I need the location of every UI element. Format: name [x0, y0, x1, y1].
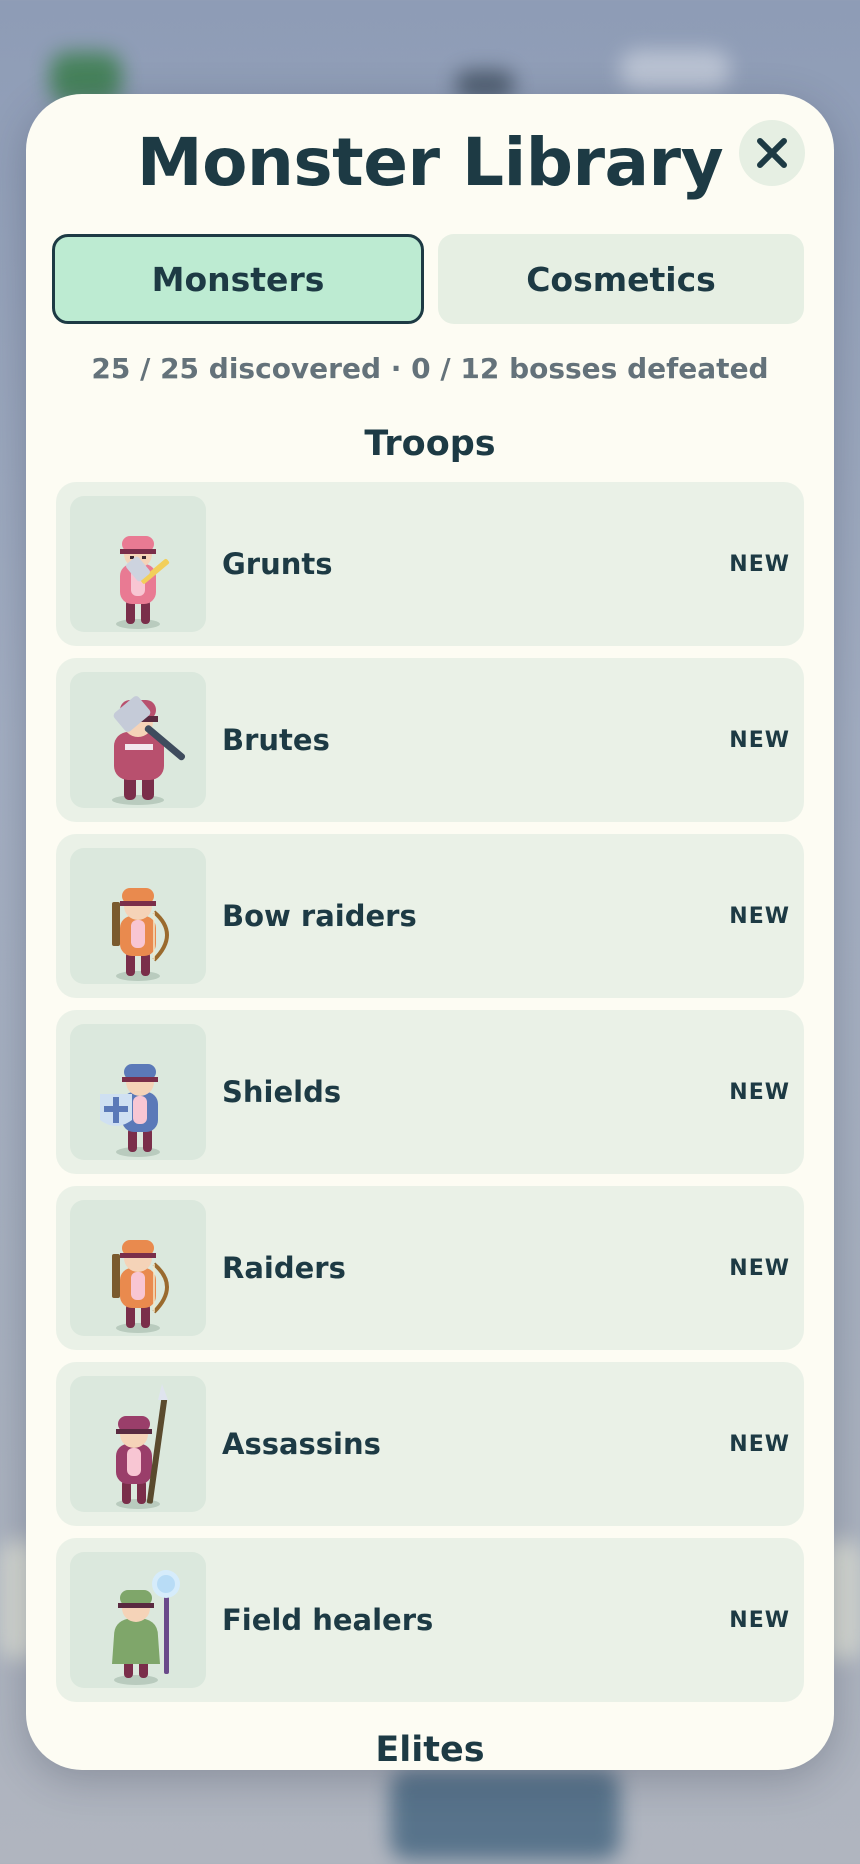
new-badge: NEW: [729, 1607, 790, 1633]
grunt-sword-icon: [116, 536, 170, 629]
new-badge: NEW: [729, 1255, 790, 1281]
monster-name: Grunts: [222, 547, 333, 581]
raider-bow-icon: [112, 1240, 169, 1333]
monster-name: Field healers: [222, 1603, 434, 1637]
modal-title: Monster Library: [136, 124, 724, 201]
list-item[interactable]: Assassins NEW: [56, 1362, 804, 1526]
monster-portrait: [70, 672, 206, 808]
monster-portrait: [70, 1552, 206, 1688]
list-item[interactable]: Brutes NEW: [56, 658, 804, 822]
shield-bearer-icon: [100, 1064, 160, 1157]
troops-list: Grunts NEW Brutes NEW Bow raiders NEW Sh…: [56, 482, 804, 1714]
assassin-spear-icon: [116, 1384, 168, 1509]
new-badge: NEW: [729, 551, 790, 577]
monster-portrait: [70, 496, 206, 632]
monster-portrait: [70, 1200, 206, 1336]
monster-name: Assassins: [222, 1427, 381, 1461]
monster-portrait: [70, 848, 206, 984]
background-scene-top-right: [620, 50, 730, 90]
new-badge: NEW: [729, 1079, 790, 1105]
list-item[interactable]: Field healers NEW: [56, 1538, 804, 1702]
list-item[interactable]: Shields NEW: [56, 1010, 804, 1174]
monster-portrait: [70, 1376, 206, 1512]
monster-name: Bow raiders: [222, 899, 417, 933]
close-icon: [757, 138, 787, 168]
section-title-troops: Troops: [364, 424, 496, 464]
tab-monsters[interactable]: Monsters: [52, 234, 424, 324]
monster-name: Brutes: [222, 723, 330, 757]
monster-portrait: [70, 1024, 206, 1160]
new-badge: NEW: [729, 903, 790, 929]
close-button[interactable]: [739, 120, 805, 186]
tab-label: Monsters: [151, 259, 325, 299]
tab-cosmetics[interactable]: Cosmetics: [438, 234, 804, 324]
discovery-summary: 25 / 25 discovered · 0 / 12 bosses defea…: [91, 352, 769, 385]
list-item[interactable]: Grunts NEW: [56, 482, 804, 646]
background-scene-bottom-army: [390, 1770, 620, 1860]
monster-name: Raiders: [222, 1251, 346, 1285]
healer-staff-icon: [112, 1570, 180, 1685]
monster-name: Shields: [222, 1075, 342, 1109]
section-title-elites: Elites: [375, 1730, 485, 1770]
tab-label: Cosmetics: [526, 259, 716, 299]
brute-hammer-icon: [112, 696, 186, 805]
bow-raider-icon: [112, 888, 169, 981]
list-item[interactable]: Raiders NEW: [56, 1186, 804, 1350]
new-badge: NEW: [729, 1431, 790, 1457]
new-badge: NEW: [729, 727, 790, 753]
list-item[interactable]: Bow raiders NEW: [56, 834, 804, 998]
